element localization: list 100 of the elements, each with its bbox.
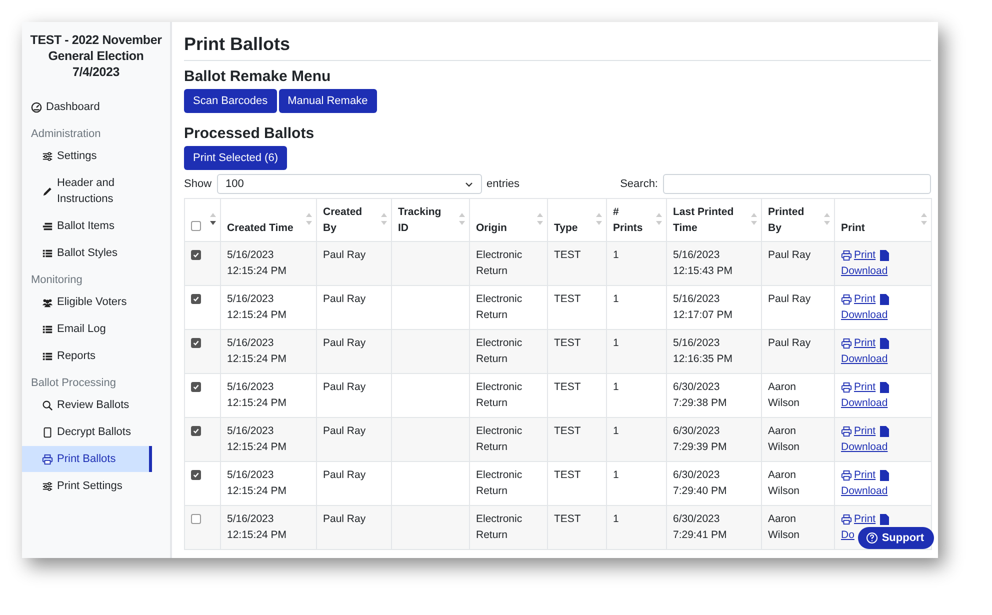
sort-arrows-icon[interactable] bbox=[210, 212, 216, 226]
print-link[interactable]: Print bbox=[841, 511, 876, 527]
search-field[interactable] bbox=[663, 174, 931, 194]
download-link[interactable]: Download bbox=[841, 263, 888, 279]
chevron-icon bbox=[464, 182, 473, 186]
table-cell: 1 bbox=[606, 506, 666, 550]
table-cell: 1 bbox=[606, 242, 666, 286]
table-cell: 5/16/2023 12:15:43 PM bbox=[666, 242, 762, 286]
sliders-icon bbox=[42, 480, 53, 492]
gauge-icon bbox=[31, 102, 42, 112]
table-cell: 5/16/2023 12:15:24 PM bbox=[220, 418, 316, 462]
checkbox[interactable] bbox=[191, 294, 201, 304]
table-cell: 5/16/2023 12:15:24 PM bbox=[220, 242, 316, 286]
list-icon bbox=[42, 324, 53, 334]
table-cell: Electronic Return bbox=[470, 506, 548, 550]
print-link[interactable]: Print bbox=[841, 423, 876, 439]
section-heading: Ballot Remake Menu bbox=[184, 68, 332, 85]
sidebar-item[interactable]: Eligible Voters bbox=[22, 289, 152, 315]
sidebar-item[interactable]: Print Settings bbox=[22, 473, 152, 499]
document-icon bbox=[42, 426, 53, 438]
file-icon bbox=[880, 338, 889, 348]
printer-icon bbox=[841, 514, 852, 524]
table-cell: Paul Ray bbox=[316, 418, 392, 462]
sidebar-item[interactable]: Settings bbox=[22, 143, 152, 169]
table-cell: Paul Ray bbox=[316, 330, 392, 374]
table-cell: TEST bbox=[548, 330, 606, 374]
table-cell: 6/30/2023 7:29:41 PM bbox=[666, 506, 762, 550]
checkbox[interactable] bbox=[191, 338, 201, 348]
sidebar-item[interactable]: Ballot Items bbox=[22, 213, 152, 239]
table-cell: 5/16/2023 12:15:24 PM bbox=[220, 330, 316, 374]
sidebar-section-heading: Monitoring bbox=[31, 274, 84, 286]
sidebar-item[interactable]: Print Ballots bbox=[22, 446, 152, 472]
table-cell: Aaron Wilson bbox=[762, 506, 834, 550]
pencil-icon bbox=[42, 186, 53, 196]
file-icon bbox=[880, 382, 889, 392]
show-label: Show bbox=[184, 178, 212, 190]
remake-button[interactable]: Manual Remake bbox=[278, 89, 377, 113]
checkbox[interactable] bbox=[191, 250, 201, 260]
table-cell: Paul Ray bbox=[762, 242, 834, 286]
print-link[interactable]: Print bbox=[841, 335, 876, 351]
checkbox[interactable] bbox=[191, 382, 201, 392]
download-link[interactable]: Do bbox=[841, 527, 854, 543]
download-link[interactable]: Download bbox=[841, 439, 888, 455]
printer-icon bbox=[841, 426, 852, 436]
table-cell: Aaron Wilson bbox=[762, 418, 834, 462]
checkbox[interactable] bbox=[191, 221, 201, 231]
print-link[interactable]: Print bbox=[841, 291, 876, 307]
search-label: Search: bbox=[620, 178, 658, 190]
sidebar-item[interactable]: Review Ballots bbox=[22, 392, 152, 418]
printer-icon bbox=[841, 338, 852, 348]
checkbox[interactable] bbox=[191, 426, 201, 436]
printer-icon bbox=[841, 382, 852, 392]
sidebar-item[interactable]: Ballot Styles bbox=[22, 240, 152, 266]
table-cell: 5/16/2023 12:15:24 PM bbox=[220, 506, 316, 550]
sidebar-section-heading: Ballot Processing bbox=[31, 377, 117, 389]
file-icon bbox=[880, 514, 889, 524]
checkbox[interactable] bbox=[191, 514, 201, 524]
table-cell: TEST bbox=[548, 418, 606, 462]
remake-button[interactable]: Scan Barcodes bbox=[184, 89, 277, 113]
sidebar-item[interactable]: Dashboard bbox=[22, 94, 152, 120]
table-cell: 1 bbox=[606, 418, 666, 462]
page-title: Print Ballots bbox=[184, 34, 292, 55]
file-icon bbox=[880, 470, 889, 480]
printer-icon bbox=[841, 470, 852, 480]
entries-label: entries bbox=[486, 178, 520, 190]
table-cell: Paul Ray bbox=[316, 242, 392, 286]
file-icon bbox=[880, 250, 889, 260]
table-cell: Electronic Return bbox=[470, 418, 548, 462]
download-link[interactable]: Download bbox=[841, 395, 888, 411]
printer-icon bbox=[42, 454, 53, 464]
sliders-icon bbox=[42, 150, 53, 162]
printer-icon bbox=[841, 294, 852, 304]
table-cell: TEST bbox=[548, 506, 606, 550]
download-link[interactable]: Download bbox=[841, 351, 888, 367]
printer-icon bbox=[841, 250, 852, 260]
support-button[interactable]: Support bbox=[858, 527, 934, 549]
download-link[interactable]: Download bbox=[841, 307, 888, 323]
sidebar-item[interactable]: Decrypt Ballots bbox=[22, 419, 152, 445]
print-link[interactable]: Print bbox=[841, 379, 876, 395]
sidebar-item[interactable]: Header and Instructions bbox=[22, 170, 152, 212]
table-cell: Paul Ray bbox=[762, 330, 834, 374]
entries-select[interactable]: 100 bbox=[216, 174, 482, 194]
help-icon bbox=[866, 532, 878, 544]
print-selected-button[interactable]: Print Selected (6) bbox=[184, 146, 287, 170]
print-link[interactable]: Print bbox=[841, 467, 876, 483]
table-cell: 5/16/2023 12:16:35 PM bbox=[666, 330, 762, 374]
file-icon bbox=[880, 294, 889, 304]
sidebar-section-heading: Administration bbox=[31, 128, 102, 140]
election-title: TEST - 2022 November General Election 7/4/2023 bbox=[30, 32, 162, 80]
table-cell: Electronic Return bbox=[470, 242, 548, 286]
table-cell: 1 bbox=[606, 330, 666, 374]
users-icon bbox=[42, 296, 53, 308]
file-icon bbox=[880, 426, 889, 436]
print-link[interactable]: Print bbox=[841, 247, 876, 263]
table-cell: 6/30/2023 7:29:39 PM bbox=[666, 418, 762, 462]
section-heading: Processed Ballots bbox=[184, 125, 316, 142]
sidebar-item[interactable]: Reports bbox=[22, 343, 152, 369]
checkbox[interactable] bbox=[191, 470, 201, 480]
download-link[interactable]: Download bbox=[841, 483, 888, 499]
sidebar-item[interactable]: Email Log bbox=[22, 316, 152, 342]
